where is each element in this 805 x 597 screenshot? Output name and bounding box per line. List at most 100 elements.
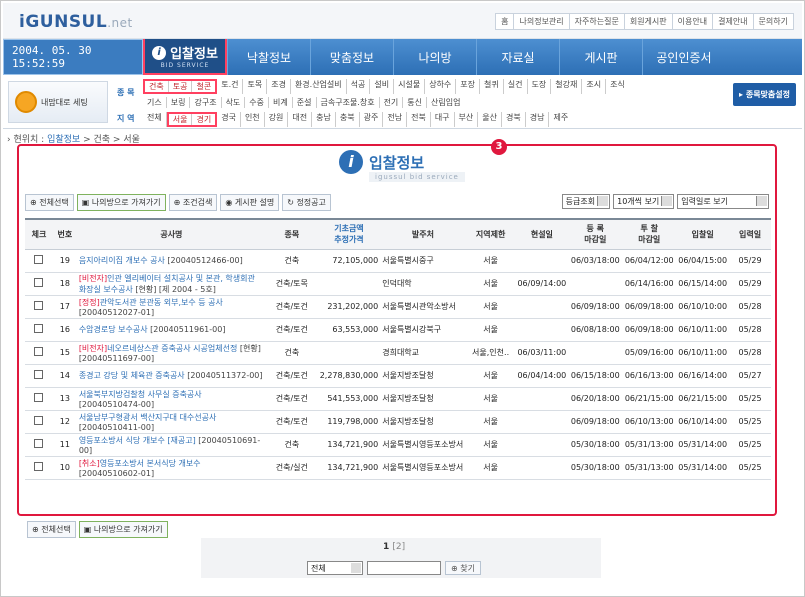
update-notice-button[interactable]: ↻ 정정공고 xyxy=(282,194,331,211)
type-item[interactable]: 토.건 xyxy=(217,79,244,94)
type-item[interactable]: 준설 xyxy=(293,97,317,108)
select-all-button[interactable]: ⊕ 전체선택 xyxy=(25,194,74,211)
region-item[interactable]: 대전 xyxy=(288,112,313,127)
row-checkbox[interactable] xyxy=(34,462,44,471)
tab-board[interactable]: 게시판 xyxy=(559,39,642,75)
order-select[interactable]: 입력일로 보기 xyxy=(677,194,769,209)
region-item[interactable]: 대구 xyxy=(431,112,455,127)
type-item[interactable]: 전기 xyxy=(380,97,404,108)
region-item[interactable]: 전남 xyxy=(383,112,408,127)
to-myroom-button[interactable]: ▣ 나의방으로 가져가기 xyxy=(76,194,166,211)
type-item[interactable]: 금속구조물.창호 xyxy=(317,97,380,108)
row-title[interactable]: 서울북부지방검찰청 사무실 증축공사 [20040510474-00] xyxy=(76,387,266,411)
row-checkbox[interactable] xyxy=(34,347,44,356)
type-item[interactable]: 토목 xyxy=(243,79,268,94)
type-item[interactable]: 삭도 xyxy=(222,97,246,108)
row-title[interactable]: [비전자]인관 엘리베이터 설치공사 및 본관, 학생회관 화장실 보수공사 [… xyxy=(76,272,266,296)
type-item[interactable]: 조경 xyxy=(267,79,291,94)
top-link-myinfo[interactable]: 나의정보관리 xyxy=(513,13,570,30)
row-checkbox[interactable] xyxy=(34,301,44,310)
type-item[interactable]: 설비 xyxy=(370,79,395,94)
row-checkbox[interactable] xyxy=(34,416,44,425)
type-item[interactable]: 기스 xyxy=(143,97,167,108)
top-link-guide[interactable]: 이용안내 xyxy=(671,13,714,30)
type-item[interactable]: 환경.산업설비 xyxy=(291,79,347,94)
type-item[interactable]: 포장 xyxy=(456,79,481,94)
select-all-button-bottom[interactable]: ⊕ 전체선택 xyxy=(27,521,76,538)
page-link[interactable]: [2] xyxy=(392,542,405,552)
perpage-select[interactable]: 10개씩 보기 xyxy=(613,194,675,209)
row-checkbox[interactable] xyxy=(34,370,44,379)
search-scope-select[interactable]: 전체 xyxy=(307,561,363,575)
region-item[interactable]: 충남 xyxy=(312,112,336,127)
row-checkbox[interactable] xyxy=(34,255,44,264)
type-item[interactable]: 토공 xyxy=(169,81,193,92)
top-link-home[interactable]: 홈 xyxy=(495,13,515,30)
region-item[interactable]: 경남 xyxy=(526,112,550,127)
region-item[interactable]: 경기 xyxy=(192,114,215,125)
region-item[interactable]: 부산 xyxy=(455,112,479,127)
to-myroom-button-bottom[interactable]: ▣ 나의방으로 가져가기 xyxy=(78,521,168,538)
type-item[interactable]: 산림입업 xyxy=(427,97,464,108)
row-title[interactable]: 음지아리이집 개보수 공사 [20040512466-00] xyxy=(76,249,266,273)
top-link-faq[interactable]: 자주하는질문 xyxy=(568,13,625,30)
my-setting-button[interactable]: 내맘대로 세팅 xyxy=(8,81,108,123)
row-checkbox[interactable] xyxy=(34,393,44,402)
tab-library[interactable]: 자료실 xyxy=(476,39,559,75)
top-link-contact[interactable]: 문의하기 xyxy=(752,13,794,30)
type-item[interactable]: 조시 xyxy=(582,79,607,94)
board-guide-button[interactable]: ◉ 게시판 설명 xyxy=(220,194,280,211)
site-logo[interactable]: iGUNSUL.net xyxy=(19,12,133,32)
region-item[interactable]: 제주 xyxy=(549,112,572,127)
page-current[interactable]: 1 xyxy=(383,542,389,552)
row-checkbox[interactable] xyxy=(34,439,44,448)
condition-search-button[interactable]: ⊕ 조건검색 xyxy=(168,194,218,211)
type-item[interactable]: 상하수 xyxy=(425,79,457,94)
type-item[interactable]: 조식 xyxy=(606,79,629,94)
type-item[interactable]: 도장 xyxy=(528,79,552,94)
region-item[interactable]: 울산 xyxy=(478,112,503,127)
grade-select[interactable]: 등급조회 xyxy=(561,194,611,209)
region-item[interactable]: 경국 xyxy=(217,112,241,127)
type-item[interactable]: 시설물 xyxy=(394,79,426,94)
type-item[interactable]: 수중 xyxy=(245,97,270,108)
top-link-board[interactable]: 회원게시판 xyxy=(623,13,673,30)
tab-certificate[interactable]: 공인인증서 xyxy=(642,39,725,75)
row-title[interactable]: 수암경로당 보수공사 [20040511961-00] xyxy=(76,318,266,342)
region-item[interactable]: 충북 xyxy=(336,112,360,127)
type-item[interactable]: 실건 xyxy=(504,79,528,94)
row-checkbox[interactable] xyxy=(34,324,44,333)
type-item[interactable]: 보링 xyxy=(167,97,191,108)
row-title[interactable]: [비전자]네오르네상스관 증축공사 시공업체선정 [현황] [200405116… xyxy=(76,341,266,365)
region-item[interactable]: 강원 xyxy=(265,112,289,127)
region-item[interactable]: 인천 xyxy=(241,112,265,127)
type-item[interactable]: 철강재 xyxy=(551,79,583,94)
region-item[interactable]: 경북 xyxy=(502,112,526,127)
fit-setting-button[interactable]: ▸ 종목맞춤설정 xyxy=(733,83,796,106)
row-title[interactable]: [취소]영등포소방서 본서식당 개보수 [20040510602-01] xyxy=(76,456,266,480)
row-title[interactable]: 종경고 강당 및 체육관 증축공사 [20040511372-00] xyxy=(76,364,266,388)
region-item-all[interactable]: 전체 xyxy=(143,112,167,127)
region-item[interactable]: 광주 xyxy=(360,112,384,127)
search-button[interactable]: ⊕ 찾기 xyxy=(445,561,481,575)
row-title[interactable]: 서울남부구형광서 백산지구대 대수선공사 [20040510411-00] xyxy=(76,410,266,434)
type-item[interactable]: 석공 xyxy=(347,79,371,94)
type-item[interactable]: 비계 xyxy=(269,97,293,108)
search-input[interactable] xyxy=(367,561,441,575)
tab-award-info[interactable]: 낙찰정보 xyxy=(227,39,310,75)
top-link-payment[interactable]: 결제안내 xyxy=(712,13,754,30)
region-item[interactable]: 전북 xyxy=(407,112,431,127)
row-input: 05/29 xyxy=(729,272,771,296)
type-item[interactable]: 통신 xyxy=(403,97,428,108)
row-title[interactable]: [정정]관악도서관 분관동 외부,보수 등 공사 [20040512027-01… xyxy=(76,295,266,319)
region-item[interactable]: 서울 xyxy=(169,114,193,125)
row-checkbox[interactable] xyxy=(34,278,44,287)
row-title[interactable]: 영등포소방서 식당 개보수 [재공고] [20040510691-00] xyxy=(76,433,266,457)
type-item[interactable]: 철퀴 xyxy=(480,79,504,94)
tab-my-room[interactable]: 나의방 xyxy=(393,39,476,75)
tab-custom-info[interactable]: 맞춤정보 xyxy=(310,39,393,75)
type-item[interactable]: 강구조 xyxy=(190,97,222,108)
type-item[interactable]: 철콘 xyxy=(192,81,215,92)
type-item[interactable]: 건축 xyxy=(145,81,169,92)
tab-bid-info[interactable]: i 입찰정보 BID SERVICE xyxy=(143,39,227,75)
